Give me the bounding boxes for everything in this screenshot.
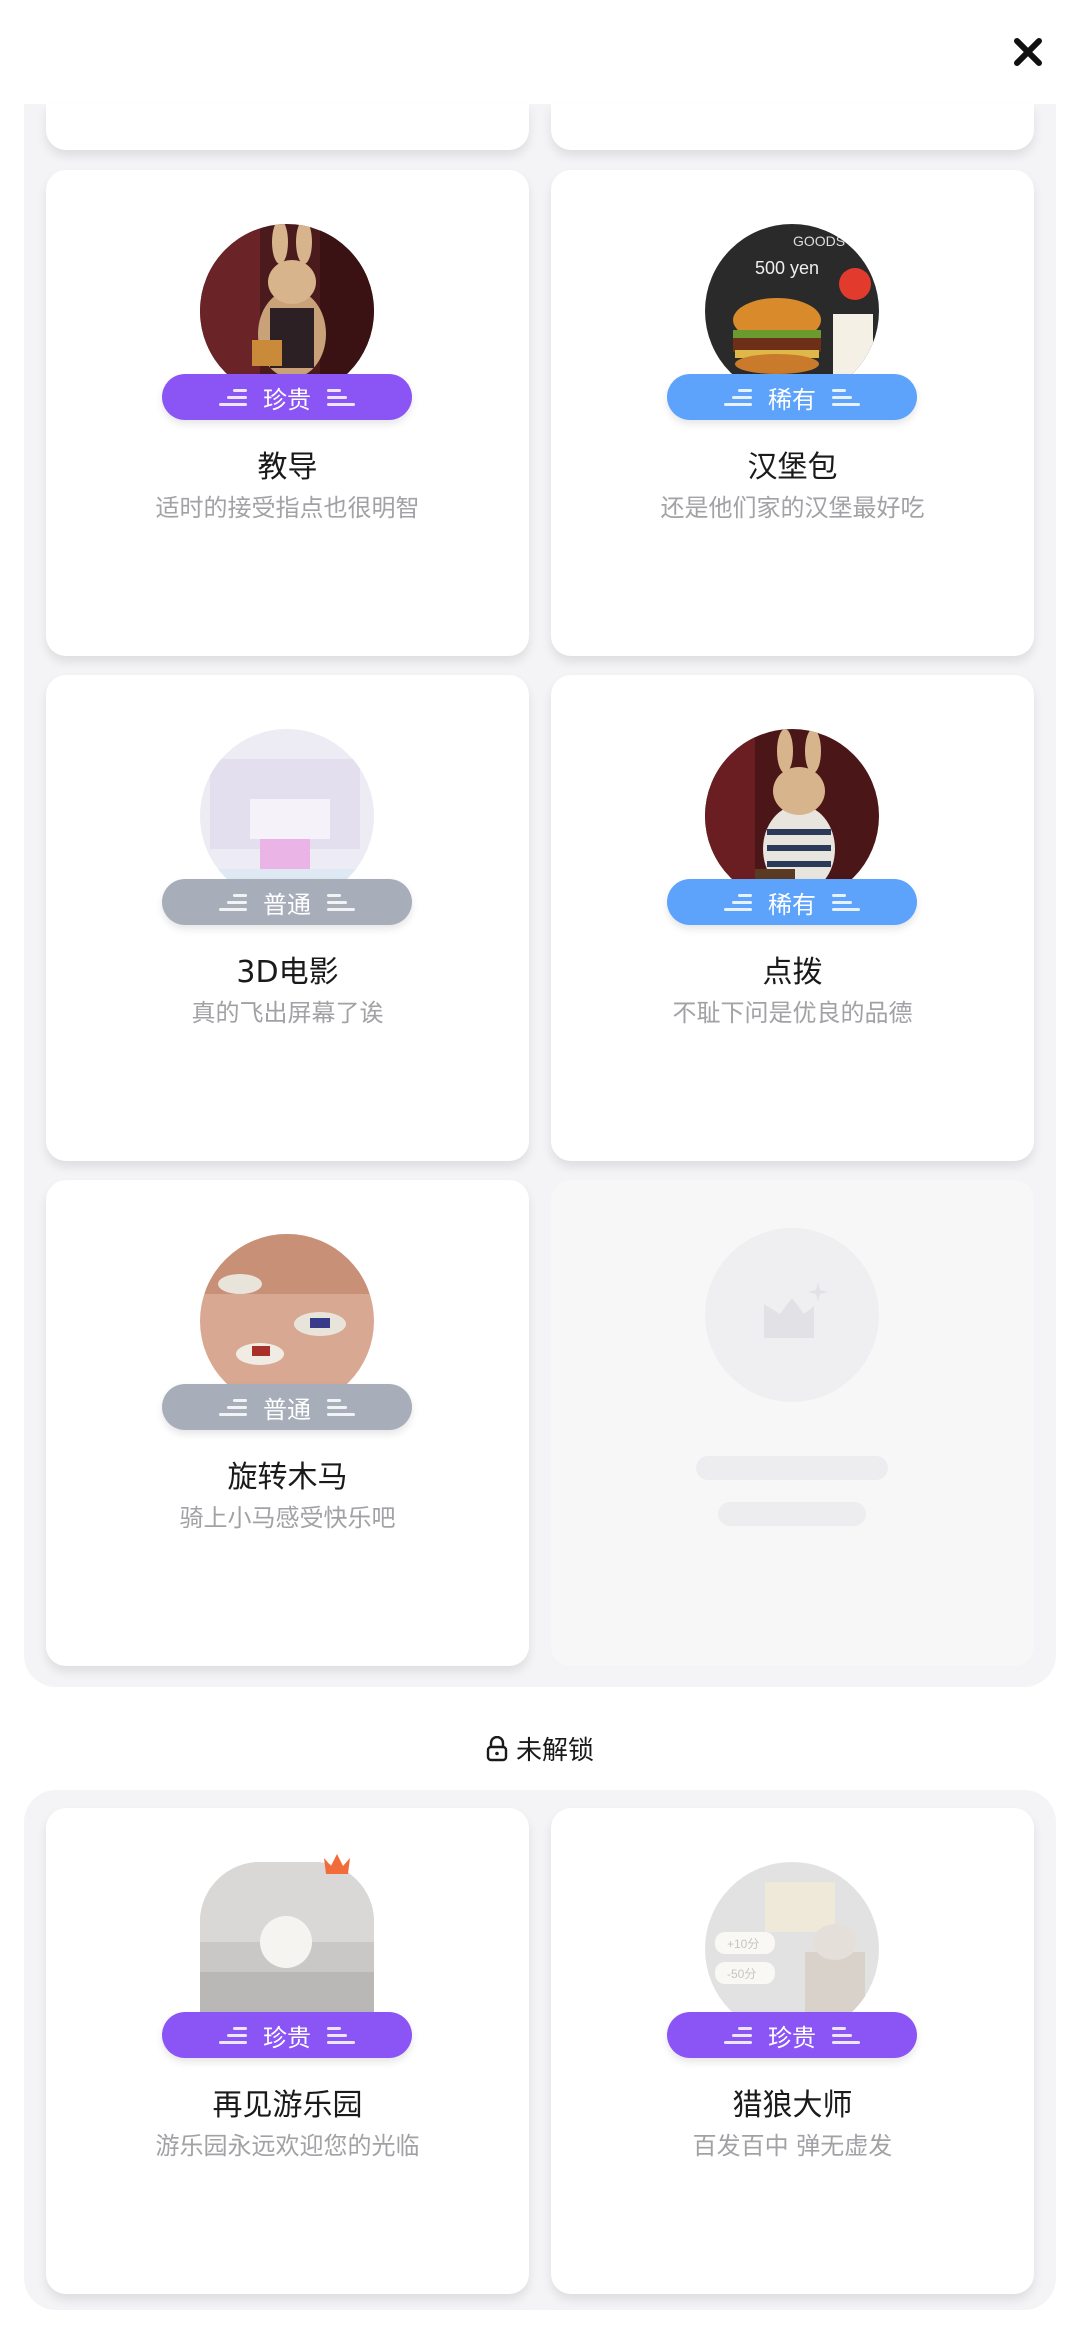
card-partial-left[interactable]	[46, 104, 529, 150]
rarity-badge: 稀有	[667, 374, 917, 420]
close-button[interactable]	[1004, 28, 1052, 76]
card-image-wolf-game: +10分 -50分	[705, 1862, 879, 2036]
rarity-badge: 珍贵	[667, 2012, 917, 2058]
card-description: 适时的接受指点也很明智	[155, 494, 420, 522]
locked-section-header: 未解锁	[0, 1730, 1080, 1767]
rarity-label: 普通	[263, 890, 311, 919]
card-title: 教导	[257, 450, 318, 485]
rarity-label: 珍贵	[768, 2023, 816, 2052]
locked-section-label: 未解锁	[515, 1736, 594, 1766]
card-title: 猎狼大师	[732, 2088, 853, 2123]
crown-icon	[324, 1854, 350, 1874]
achievement-gallery-page: 珍贵 教导 适时的接受指点也很明智 GOODS 500 yen 稀有 汉堡包 还…	[0, 0, 1080, 2340]
achievement-card-guidance[interactable]: 珍贵 教导 适时的接受指点也很明智	[46, 170, 529, 656]
achievement-card-pointer[interactable]: 稀有 点拨 不耻下问是优良的品德	[551, 675, 1034, 1161]
card-title: 再见游乐园	[212, 2088, 363, 2123]
achievement-card-3d-movie[interactable]: 普通 3D电影 真的飞出屏幕了诶	[46, 675, 529, 1161]
achievement-card-wolf-hunter[interactable]: +10分 -50分 珍贵 猎狼大师 百发百中 弹无虚发	[551, 1808, 1034, 2294]
lock-icon	[486, 1735, 508, 1761]
rarity-label: 普通	[263, 1395, 311, 1424]
card-image-bunny-sailor	[705, 729, 879, 903]
card-image-3d-movie	[200, 729, 374, 903]
close-icon	[1014, 38, 1042, 66]
rarity-badge: 珍贵	[162, 2012, 412, 2058]
card-description: 百发百中 弹无虚发	[692, 2132, 893, 2160]
rarity-badge: 普通	[162, 879, 412, 925]
rarity-label: 稀有	[768, 385, 816, 414]
card-title: 点拨	[762, 955, 823, 990]
card-title: 汉堡包	[747, 450, 838, 485]
burger-sign-goods-text: GOODS	[793, 233, 845, 249]
card-title: 3D电影	[236, 955, 339, 990]
card-description: 还是他们家的汉堡最好吃	[660, 494, 925, 522]
card-description: 游乐园永远欢迎您的光临	[155, 2132, 420, 2160]
card-description: 不耻下问是优良的品德	[672, 999, 913, 1027]
rarity-label: 稀有	[768, 890, 816, 919]
wolf-score-minus-text: -50分	[727, 1967, 756, 1981]
placeholder-title-bar	[696, 1456, 888, 1480]
card-description: 真的飞出屏幕了诶	[191, 999, 384, 1027]
card-image-park	[200, 1862, 374, 2036]
rarity-badge: 稀有	[667, 879, 917, 925]
card-description: 骑上小马感受快乐吧	[179, 1504, 396, 1532]
unlocked-panel: 珍贵 教导 适时的接受指点也很明智 GOODS 500 yen 稀有 汉堡包 还…	[24, 104, 1056, 1687]
card-image-burger: GOODS 500 yen	[705, 224, 879, 398]
locked-panel: 珍贵 再见游乐园 游乐园永远欢迎您的光临 +10分 -50分 珍贵 猎狼大师 百…	[24, 1790, 1056, 2310]
empty-achievement-slot	[551, 1180, 1034, 1666]
burger-price-text: 500 yen	[755, 258, 819, 278]
placeholder-circle	[705, 1228, 879, 1402]
card-title: 旋转木马	[227, 1460, 348, 1495]
card-image-carousel	[200, 1234, 374, 1408]
placeholder-desc-bar	[718, 1502, 866, 1526]
rarity-badge: 普通	[162, 1384, 412, 1430]
card-image-bunny-desk	[200, 224, 374, 398]
image-placeholder-icon	[764, 1282, 828, 1338]
rarity-label: 珍贵	[263, 385, 311, 414]
wolf-score-plus-text: +10分	[727, 1937, 759, 1951]
card-partial-right[interactable]	[551, 104, 1034, 150]
rarity-label: 珍贵	[263, 2023, 311, 2052]
achievement-card-carousel[interactable]: 普通 旋转木马 骑上小马感受快乐吧	[46, 1180, 529, 1666]
achievement-card-burger[interactable]: GOODS 500 yen 稀有 汉堡包 还是他们家的汉堡最好吃	[551, 170, 1034, 656]
achievement-card-farewell-park[interactable]: 珍贵 再见游乐园 游乐园永远欢迎您的光临	[46, 1808, 529, 2294]
rarity-badge: 珍贵	[162, 374, 412, 420]
